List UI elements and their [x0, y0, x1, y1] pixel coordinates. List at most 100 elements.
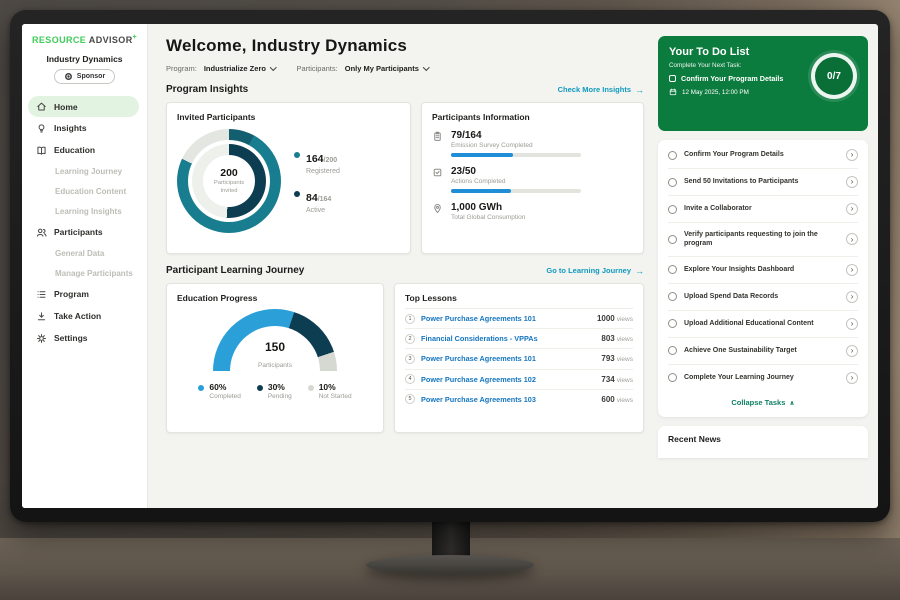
arrow-right-icon: → — [635, 266, 644, 276]
monitor-stand-base — [366, 555, 534, 575]
lightbulb-icon — [36, 123, 47, 134]
lesson-link[interactable]: Power Purchase Agreements 103 — [421, 395, 595, 404]
task-row-verify-participants[interactable]: Verify participants requesting to join t… — [668, 223, 858, 257]
invited-participants-card: Invited Participants 200 Participants In… — [166, 102, 411, 254]
book-icon — [36, 145, 47, 156]
stat-emission-survey: 79/164 Emission Survey Completed — [432, 130, 633, 157]
sidebar-item-settings[interactable]: Settings — [22, 327, 147, 349]
education-gauge: 150 Participants — [213, 309, 337, 372]
chevron-down-icon — [423, 64, 429, 70]
stat-actions-completed: 23/50 Actions Completed — [432, 166, 633, 193]
lesson-views: 803views — [601, 334, 633, 343]
task-checkbox[interactable] — [668, 346, 677, 355]
emission-survey-progress-bar — [451, 153, 581, 157]
sidebar-item-program[interactable]: Program — [22, 283, 147, 305]
participants-dropdown[interactable]: Only My Participants — [345, 64, 429, 73]
task-row-achieve-target[interactable]: Achieve One Sustainability Target › — [668, 338, 858, 365]
lesson-link[interactable]: Power Purchase Agreements 101 — [421, 314, 591, 323]
sidebar-item-insights[interactable]: Insights — [22, 117, 147, 139]
monitor-bezel: RESOURCE ADVISOR+ Industry Dynamics Spon… — [10, 10, 890, 522]
lesson-views: 600views — [601, 395, 633, 404]
sponsor-badge: Sponsor — [54, 69, 115, 84]
home-icon — [36, 101, 47, 112]
lesson-row: 2 Financial Considerations - VPPAs 803vi… — [405, 329, 633, 349]
rank-badge: 5 — [405, 394, 415, 404]
lesson-views: 1000views — [597, 314, 633, 323]
lesson-row: 5 Power Purchase Agreements 103 600views — [405, 390, 633, 409]
chevron-right-icon[interactable]: › — [846, 149, 858, 161]
page-title: Welcome, Industry Dynamics — [166, 36, 644, 56]
task-row-explore-insights[interactable]: Explore Your Insights Dashboard › — [668, 257, 858, 284]
logo-secondary: ADVISOR — [89, 35, 133, 45]
rank-badge: 4 — [405, 374, 415, 384]
chevron-right-icon[interactable]: › — [846, 318, 858, 330]
active-dot-icon — [294, 191, 300, 197]
task-row-invite-collaborator[interactable]: Invite a Collaborator › — [668, 196, 858, 223]
task-checkbox[interactable] — [668, 319, 677, 328]
todo-progress-ring: 0/7 — [811, 53, 857, 99]
task-row-send-invitations[interactable]: Send 50 Invitations to Participants › — [668, 169, 858, 196]
chevron-right-icon[interactable]: › — [846, 203, 858, 215]
lesson-link[interactable]: Power Purchase Agreements 102 — [421, 375, 595, 384]
sidebar-item-take-action[interactable]: Take Action — [22, 305, 147, 327]
sidebar-item-home[interactable]: Home — [28, 96, 139, 117]
task-checkbox[interactable] — [668, 235, 677, 244]
go-to-learning-journey-link[interactable]: Go to Learning Journey → — [546, 266, 644, 276]
sidebar-item-learning-journey[interactable]: Learning Journey — [22, 161, 147, 181]
task-row-confirm-program[interactable]: Confirm Your Program Details › — [668, 142, 858, 169]
task-checkbox[interactable] — [668, 178, 677, 187]
todo-task-list: Confirm Your Program Details › Send 50 I… — [658, 140, 868, 417]
sponsor-icon — [64, 72, 73, 81]
lesson-row: 3 Power Purchase Agreements 101 793views — [405, 349, 633, 369]
chevron-right-icon[interactable]: › — [846, 176, 858, 188]
donut-center-label: Participants Invited — [207, 180, 251, 195]
app-logo: RESOURCE ADVISOR+ — [22, 34, 147, 45]
task-row-upload-educational-content[interactable]: Upload Additional Educational Content › — [668, 311, 858, 338]
task-checkbox[interactable] — [668, 292, 677, 301]
sidebar-item-learning-insights[interactable]: Learning Insights — [22, 201, 147, 221]
chevron-right-icon[interactable]: › — [846, 345, 858, 357]
checkbox-icon[interactable] — [669, 75, 676, 82]
sidebar-item-education[interactable]: Education — [22, 139, 147, 161]
check-more-insights-link[interactable]: Check More Insights → — [558, 85, 644, 95]
registered-dot-icon — [294, 152, 300, 158]
chevron-right-icon[interactable]: › — [846, 372, 858, 384]
lesson-views: 793views — [601, 354, 633, 363]
lesson-views: 734views — [601, 375, 633, 384]
participants-information-card: Participants Information 79/164 Emission… — [421, 102, 644, 254]
legend-registered: 164/200 Registered — [294, 149, 340, 175]
sidebar-item-general-data[interactable]: General Data — [22, 243, 147, 263]
rank-badge: 1 — [405, 314, 415, 324]
filter-bar: Program: Industrialize Zero Participants… — [166, 64, 644, 73]
list-icon — [36, 289, 47, 300]
sidebar-item-education-content[interactable]: Education Content — [22, 181, 147, 201]
sidebar-item-participants[interactable]: Participants — [22, 221, 147, 243]
rank-badge: 2 — [405, 334, 415, 344]
gauge-center-label: Participants — [258, 362, 292, 369]
chevron-right-icon[interactable]: › — [846, 233, 858, 245]
calendar-icon — [669, 88, 677, 96]
donut-center-value: 200 — [220, 167, 238, 179]
chevron-right-icon[interactable]: › — [846, 291, 858, 303]
lesson-link[interactable]: Financial Considerations - VPPAs — [421, 334, 595, 343]
gear-icon — [36, 333, 47, 344]
task-checkbox[interactable] — [668, 373, 677, 382]
check-square-icon — [432, 167, 443, 193]
task-checkbox[interactable] — [668, 265, 677, 274]
chevron-right-icon[interactable]: › — [846, 264, 858, 276]
task-row-complete-learning-journey[interactable]: Complete Your Learning Journey › — [668, 365, 858, 391]
lesson-link[interactable]: Power Purchase Agreements 101 — [421, 354, 595, 363]
legend-not-started: 10% Not Started — [308, 382, 352, 400]
sidebar-item-manage-participants[interactable]: Manage Participants — [22, 263, 147, 283]
participant-learning-journey-title: Participant Learning Journey — [166, 265, 304, 276]
task-checkbox[interactable] — [668, 205, 677, 214]
legend-active: 84/164 Active — [294, 188, 340, 214]
collapse-tasks-link[interactable]: Collapse Tasks∧ — [668, 391, 858, 415]
task-row-upload-spend-data[interactable]: Upload Spend Data Records › — [668, 284, 858, 311]
people-icon — [36, 227, 47, 238]
top-lessons-card: Top Lessons 1 Power Purchase Agreements … — [394, 283, 644, 433]
program-dropdown[interactable]: Industrialize Zero — [204, 64, 276, 73]
task-checkbox[interactable] — [668, 151, 677, 160]
not-started-dot-icon — [308, 385, 314, 391]
dashboard-screen: RESOURCE ADVISOR+ Industry Dynamics Spon… — [22, 24, 878, 508]
